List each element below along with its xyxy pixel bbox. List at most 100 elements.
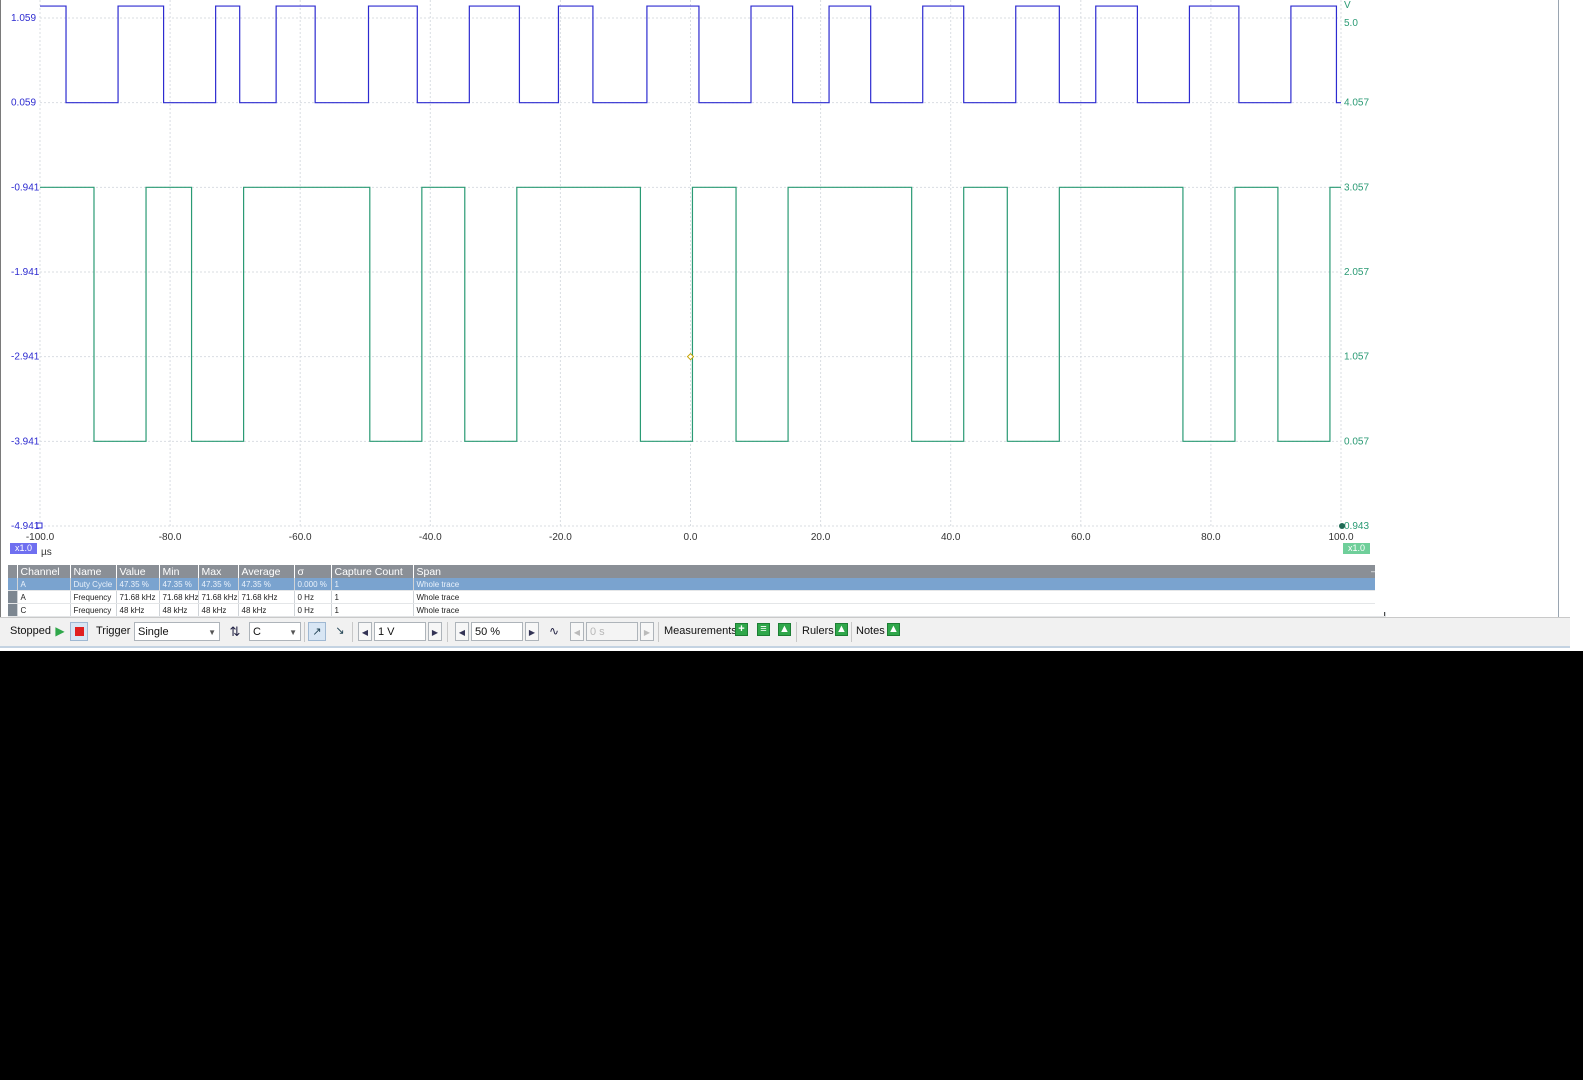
cell-span: Whole trace xyxy=(413,603,1386,617)
right-zoom-badge[interactable]: x1.0 xyxy=(1343,543,1371,554)
left-zoom-badge[interactable]: x1.0 xyxy=(10,543,38,554)
add-measurement-icon[interactable]: + xyxy=(735,623,748,636)
row-marker xyxy=(8,603,18,617)
bottom-toolbar: Stopped ▶ Trigger Single ▼ ⇅ C ▼ ↗ ↘ ◀ 1… xyxy=(0,617,1570,648)
table-row[interactable]: A Frequency 71.68 kHz 71.68 kHz 71.68 kH… xyxy=(8,590,1386,604)
right-tick-label: 0.057 xyxy=(1344,436,1369,447)
threshold-input[interactable]: 1 V xyxy=(374,622,426,641)
cell-sigma: 0 Hz xyxy=(294,590,332,604)
header-value[interactable]: Value xyxy=(116,565,160,578)
stop-button[interactable] xyxy=(70,622,88,641)
threshold-increase-button[interactable]: ▶ xyxy=(428,622,442,641)
chevron-down-icon: ▼ xyxy=(208,628,216,637)
cell-sigma: 0 Hz xyxy=(294,603,332,617)
left-tick-label: -4.941 xyxy=(11,521,40,532)
cell-name: Frequency xyxy=(70,590,117,604)
trigger-label: Trigger xyxy=(96,625,131,637)
measurements-label: Measurements xyxy=(664,625,737,637)
left-axis: 1.059 0.059 -0.941 -1.941 -2.941 -3.941 -4.941 xyxy=(11,13,40,532)
header-sigma[interactable]: σ xyxy=(294,565,332,578)
header-span[interactable]: Span xyxy=(413,565,1386,578)
pretrigger-decrease-button[interactable]: ◀ xyxy=(455,622,469,641)
separator xyxy=(447,622,448,642)
trigger-channel-select[interactable]: C ▼ xyxy=(249,622,301,641)
cell-value: 48 kHz xyxy=(116,603,160,617)
cell-value: 47.35 % xyxy=(116,578,160,591)
x-axis: -100.0 -80.0 -60.0 -40.0 -20.0 0.0 20.0 40.0 60.… xyxy=(26,532,1354,543)
pretrigger-increase-button[interactable]: ▶ xyxy=(525,622,539,641)
trigger-mode-value: Single xyxy=(138,626,169,638)
cell-count: 1 xyxy=(331,603,414,617)
left-offset-handle xyxy=(36,522,43,529)
right-tick-label: 0.943 xyxy=(1344,521,1369,532)
grid xyxy=(39,0,1342,527)
right-axis-unit: V xyxy=(1344,0,1351,11)
left-tick-label: -1.941 xyxy=(11,267,40,278)
table-row[interactable]: C Frequency 48 kHz 48 kHz 48 kHz 48 kHz … xyxy=(8,603,1386,617)
cell-min: 48 kHz xyxy=(159,603,199,617)
delete-measurement-icon[interactable]: ▲ xyxy=(778,623,791,636)
scope-view[interactable]: 1.059 0.059 -0.941 -1.941 -2.941 -3.941 -4.941… xyxy=(0,0,1386,617)
chevron-down-icon: ▼ xyxy=(289,628,297,637)
x-tick-label: -20.0 xyxy=(549,532,572,543)
row-marker xyxy=(8,590,18,604)
x-tick-label: -100.0 xyxy=(26,532,55,543)
rulers-icon[interactable]: ▲ xyxy=(835,623,848,636)
cell-channel: C xyxy=(17,603,71,617)
cell-count: 1 xyxy=(331,578,414,591)
threshold-decrease-button[interactable]: ◀ xyxy=(358,622,372,641)
right-dock-edge xyxy=(1558,0,1571,617)
header-marker xyxy=(8,565,18,578)
separator xyxy=(304,622,305,642)
cell-sigma: 0.000 % xyxy=(294,578,332,591)
cell-channel: A xyxy=(17,578,71,591)
right-axis: V 5.0 4.057 3.057 2.057 1.057 0.057 0.943 xyxy=(1344,0,1369,532)
header-max[interactable]: Max xyxy=(198,565,239,578)
header-channel[interactable]: Channel xyxy=(17,565,71,578)
right-offset-handle xyxy=(1339,523,1345,529)
header-min[interactable]: Min xyxy=(159,565,199,578)
run-button[interactable]: ▶ xyxy=(51,622,69,641)
waveform-plot[interactable]: 1.059 0.059 -0.941 -1.941 -2.941 -3.941 -4.941… xyxy=(1,0,1387,560)
separator xyxy=(352,622,353,642)
left-tick-label: 1.059 xyxy=(11,13,36,24)
cell-average: 71.68 kHz xyxy=(238,590,295,604)
delay-icon[interactable]: ∿ xyxy=(545,622,563,641)
stop-icon xyxy=(74,627,84,636)
cell-max: 71.68 kHz xyxy=(198,590,239,604)
side-panel xyxy=(1375,0,1583,612)
cell-value: 71.68 kHz xyxy=(116,590,160,604)
falling-edge-button[interactable]: ↘ xyxy=(331,622,349,641)
delay-increase-button[interactable]: ▶ xyxy=(640,622,654,641)
rising-edge-button[interactable]: ↗ xyxy=(308,622,326,641)
x-tick-label: 0.0 xyxy=(684,532,698,543)
measurements-table[interactable]: Channel Name Value Min Max Average σ Cap… xyxy=(8,565,1386,617)
left-tick-label: -2.941 xyxy=(11,352,40,363)
picoscope-window: 1.059 0.059 -0.941 -1.941 -2.941 -3.941 -4.941… xyxy=(0,0,1583,651)
trigger-channel-value: C xyxy=(253,626,261,638)
x-tick-label: 60.0 xyxy=(1071,532,1091,543)
right-tick-label: 2.057 xyxy=(1344,267,1369,278)
row-marker xyxy=(8,578,18,591)
x-tick-label: -60.0 xyxy=(289,532,312,543)
pretrigger-input[interactable]: 50 % xyxy=(471,622,523,641)
header-average[interactable]: Average xyxy=(238,565,295,578)
delay-decrease-button[interactable]: ◀ xyxy=(570,622,584,641)
x-tick-label: 80.0 xyxy=(1201,532,1221,543)
trigger-mode-select[interactable]: Single ▼ xyxy=(134,622,220,641)
header-name[interactable]: Name xyxy=(70,565,117,578)
table-row[interactable]: A Duty Cycle 47.35 % 47.35 % 47.35 % 47.… xyxy=(8,578,1386,591)
x-tick-label: -40.0 xyxy=(419,532,442,543)
edit-measurement-icon[interactable]: ≡ xyxy=(757,623,770,636)
header-capture-count[interactable]: Capture Count xyxy=(331,565,414,578)
left-tick-label: 0.059 xyxy=(11,98,36,109)
notes-icon[interactable]: ▲ xyxy=(887,623,900,636)
trigger-edge-icon[interactable]: ⇅ xyxy=(226,622,244,641)
x-tick-label: 20.0 xyxy=(811,532,831,543)
delay-input[interactable]: 0 s xyxy=(586,622,638,641)
right-tick-label: 3.057 xyxy=(1344,182,1369,193)
x-tick-label: -80.0 xyxy=(159,532,182,543)
cell-max: 48 kHz xyxy=(198,603,239,617)
left-tick-label: -3.941 xyxy=(11,436,40,447)
separator xyxy=(851,622,852,642)
